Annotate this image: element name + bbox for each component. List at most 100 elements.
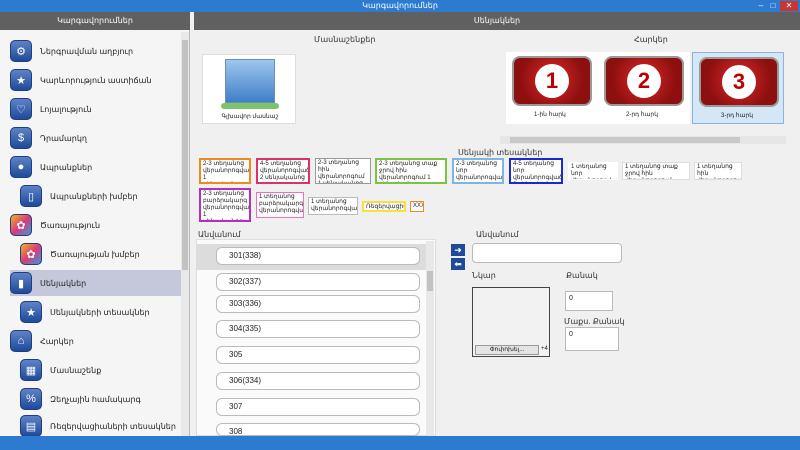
sidebar-title: Կարգավորումներ bbox=[0, 12, 190, 30]
sidebar-item-services[interactable]: ✿ Ծառայություն bbox=[10, 212, 182, 238]
room-row[interactable]: 301(338) bbox=[216, 247, 420, 265]
floor-3-icon: 3 bbox=[699, 57, 779, 107]
sidebar-item-discount[interactable]: % Զեղչային համակարգ bbox=[20, 386, 182, 412]
sidebar-item-room-types[interactable]: ★ Սենյակների տեսակներ bbox=[20, 299, 182, 325]
photo-count: +4 bbox=[541, 346, 548, 352]
importance-icon: ★ bbox=[10, 69, 32, 91]
floors-scrollbar[interactable] bbox=[500, 136, 786, 144]
sidebar-item-source[interactable]: ⚙ Ներգրավման աղբյուր bbox=[10, 38, 182, 64]
sidebar-item-label: Ապրանքներ bbox=[40, 162, 93, 172]
floor-card-1[interactable]: 1 1-ին հարկ bbox=[506, 52, 598, 124]
sidebar-item-cashbox[interactable]: $ Դրամարկղ bbox=[10, 125, 182, 151]
scrollbar-thumb[interactable] bbox=[510, 137, 740, 143]
room-row[interactable]: 302(337) bbox=[216, 273, 420, 291]
arrow-right-icon: ➜ bbox=[454, 245, 462, 255]
floor-1-icon: 1 bbox=[512, 56, 592, 106]
page-title: Սենյակներ bbox=[194, 12, 800, 30]
room-type-tag[interactable]: 2-3 տեղանոց բարձրակարգ վերանորոգված 1 սե… bbox=[199, 188, 251, 222]
floor-card-3[interactable]: 3 3-րդ հարկ bbox=[692, 52, 784, 124]
sidebar-item-product-groups[interactable]: ▯ Ապրանքների խմբեր bbox=[20, 183, 182, 209]
buildings-title: Մասնաշենքեր bbox=[314, 35, 376, 44]
lawn-icon bbox=[221, 103, 279, 109]
sidebar-item-label: Ապրանքների խմբեր bbox=[50, 191, 138, 201]
room-type-tag[interactable]: Ռեզերվացիա bbox=[362, 201, 406, 212]
sidebar-item-products[interactable]: ● Ապրանքներ bbox=[10, 154, 182, 180]
floor-label: 3-րդ հարկ bbox=[721, 113, 754, 119]
rooms-list-scrollbar[interactable] bbox=[426, 241, 434, 436]
sidebar-item-label: Զեղչային համակարգ bbox=[50, 394, 141, 404]
reservation-types-icon: ▤ bbox=[20, 415, 42, 437]
sidebar-item-label: Սենյակներ bbox=[40, 278, 87, 288]
close-icon[interactable]: ✕ bbox=[780, 1, 798, 11]
photo-label: Նկար bbox=[472, 271, 496, 280]
room-row[interactable]: 308 bbox=[216, 423, 420, 436]
floor-label: 2-րդ հարկ bbox=[626, 112, 659, 118]
sidebar-item-importance[interactable]: ★ Կարևորություն աստիճան bbox=[10, 67, 182, 93]
sidebar-item-label: Հարկեր bbox=[40, 336, 74, 346]
scrollbar-thumb[interactable] bbox=[427, 271, 433, 291]
max-quantity-label: Մաքս. Քանակ bbox=[564, 317, 625, 326]
sidebar-item-label: Ծառայություն bbox=[40, 220, 101, 230]
room-type-tag[interactable]: XXX bbox=[410, 201, 424, 212]
photo-box[interactable]: Փոփոխել... +4 bbox=[472, 287, 550, 357]
sidebar-item-label: Ներգրավման աղբյուր bbox=[40, 46, 134, 56]
minimize-icon[interactable]: – bbox=[756, 1, 766, 11]
room-type-tag[interactable]: 1 տեղանոց նոր վերանորոգված bbox=[568, 162, 618, 180]
sidebar-item-label: Մասնաշենք bbox=[50, 365, 102, 375]
max-quantity-field[interactable]: 0 bbox=[565, 327, 619, 351]
room-type-tag[interactable]: 1 տեղանոց վերանորոգված bbox=[308, 197, 358, 215]
maximize-icon[interactable]: □ bbox=[768, 1, 778, 11]
room-row[interactable]: 306(334) bbox=[216, 372, 420, 390]
sidebar-item-label: Դրամարկղ bbox=[40, 133, 87, 143]
room-type-tag[interactable]: 4-5 տեղանոց վերանորոգված 2 սենյականոց bbox=[256, 158, 310, 184]
name-field[interactable] bbox=[472, 243, 622, 263]
room-type-tag[interactable]: 2-3 տեղանոց հին վերանորոգում 1 սենյականո… bbox=[315, 158, 371, 184]
building-card[interactable]: Գլխավոր մասնաշ bbox=[202, 54, 296, 124]
sidebar-scrollbar[interactable] bbox=[181, 32, 189, 436]
change-photo-button[interactable]: Փոփոխել... bbox=[475, 345, 539, 355]
room-row[interactable]: 304(335) bbox=[216, 320, 420, 338]
move-right-button[interactable]: ➜ bbox=[451, 244, 465, 256]
title-bar: Կարգավորումներ – □ ✕ bbox=[0, 0, 800, 12]
room-row[interactable]: 303(336) bbox=[216, 295, 420, 313]
floors-icon: ⌂ bbox=[10, 330, 32, 352]
arrow-left-icon: ⬅ bbox=[454, 259, 462, 269]
room-types-title: Սենյակի տեսակներ bbox=[458, 148, 543, 157]
floors-title: Հարկեր bbox=[634, 35, 668, 44]
move-left-button[interactable]: ⬅ bbox=[451, 258, 465, 270]
building-label: Գլխավոր մասնաշ bbox=[221, 114, 279, 120]
quantity-field[interactable]: 0 bbox=[565, 291, 613, 311]
scrollbar-thumb[interactable] bbox=[182, 40, 188, 270]
cashbox-icon: $ bbox=[10, 127, 32, 149]
building-icon: ▦ bbox=[20, 359, 42, 381]
sidebar-item-floors[interactable]: ⌂ Հարկեր bbox=[10, 328, 182, 354]
floor-card-2[interactable]: 2 2-րդ հարկ bbox=[598, 52, 690, 124]
sidebar-item-label: Ծառայության խմբեր bbox=[50, 249, 140, 259]
sidebar-item-label: Կարևորություն աստիճան bbox=[40, 75, 152, 85]
room-type-tag[interactable]: 1 տեղանոց բարձրակարգ վերանորոգված bbox=[256, 192, 304, 218]
room-row[interactable]: 307 bbox=[216, 398, 420, 416]
sidebar-item-service-groups[interactable]: ✿ Ծառայության խմբեր bbox=[20, 241, 182, 267]
name-label: Անվանում bbox=[476, 230, 519, 239]
room-type-tag[interactable]: 2-3 տեղանոց վերանորոգված 1 սենյականոց bbox=[199, 158, 251, 184]
products-icon: ● bbox=[10, 156, 32, 178]
room-type-tag[interactable]: 4-5 տեղանոց նոր վերանորոգված 2 սենյականո… bbox=[509, 158, 563, 184]
discount-icon: % bbox=[20, 388, 42, 410]
rooms-list-title: Անվանում bbox=[198, 230, 241, 239]
product-groups-icon: ▯ bbox=[20, 185, 42, 207]
services-icon: ✿ bbox=[10, 214, 32, 236]
source-icon: ⚙ bbox=[10, 40, 32, 62]
floor-label: 1-ին հարկ bbox=[534, 112, 566, 118]
room-type-tag[interactable]: 1 տեղանոց տաք ջրով հին վերանորոգում bbox=[622, 162, 690, 180]
room-type-tag[interactable]: 2-3 տեղանոց նոր վերանորոգված 1 սենյականո… bbox=[452, 158, 504, 184]
sidebar-item-label: Ռեզերվացիաների տեսակներ bbox=[50, 421, 176, 431]
sidebar-item-loyalty[interactable]: ♡ Լոյալություն bbox=[10, 96, 182, 122]
room-type-tag[interactable]: 1 տեղանոց հին վերանորոգում bbox=[694, 162, 742, 180]
sidebar: Կարգավորումներ ⚙ Ներգրավման աղբյուր ★ Կա… bbox=[0, 12, 190, 437]
sidebar-item-rooms[interactable]: ▮ Սենյակներ bbox=[10, 270, 182, 296]
room-row[interactable]: 305 bbox=[216, 346, 420, 364]
quantity-label: Քանակ bbox=[566, 271, 598, 280]
sidebar-item-label: Լոյալություն bbox=[40, 104, 92, 114]
room-type-tag[interactable]: 2-3 տեղանոց տաք ջրով հին վերանորոգում 1 … bbox=[375, 158, 447, 184]
sidebar-item-building[interactable]: ▦ Մասնաշենք bbox=[20, 357, 182, 383]
